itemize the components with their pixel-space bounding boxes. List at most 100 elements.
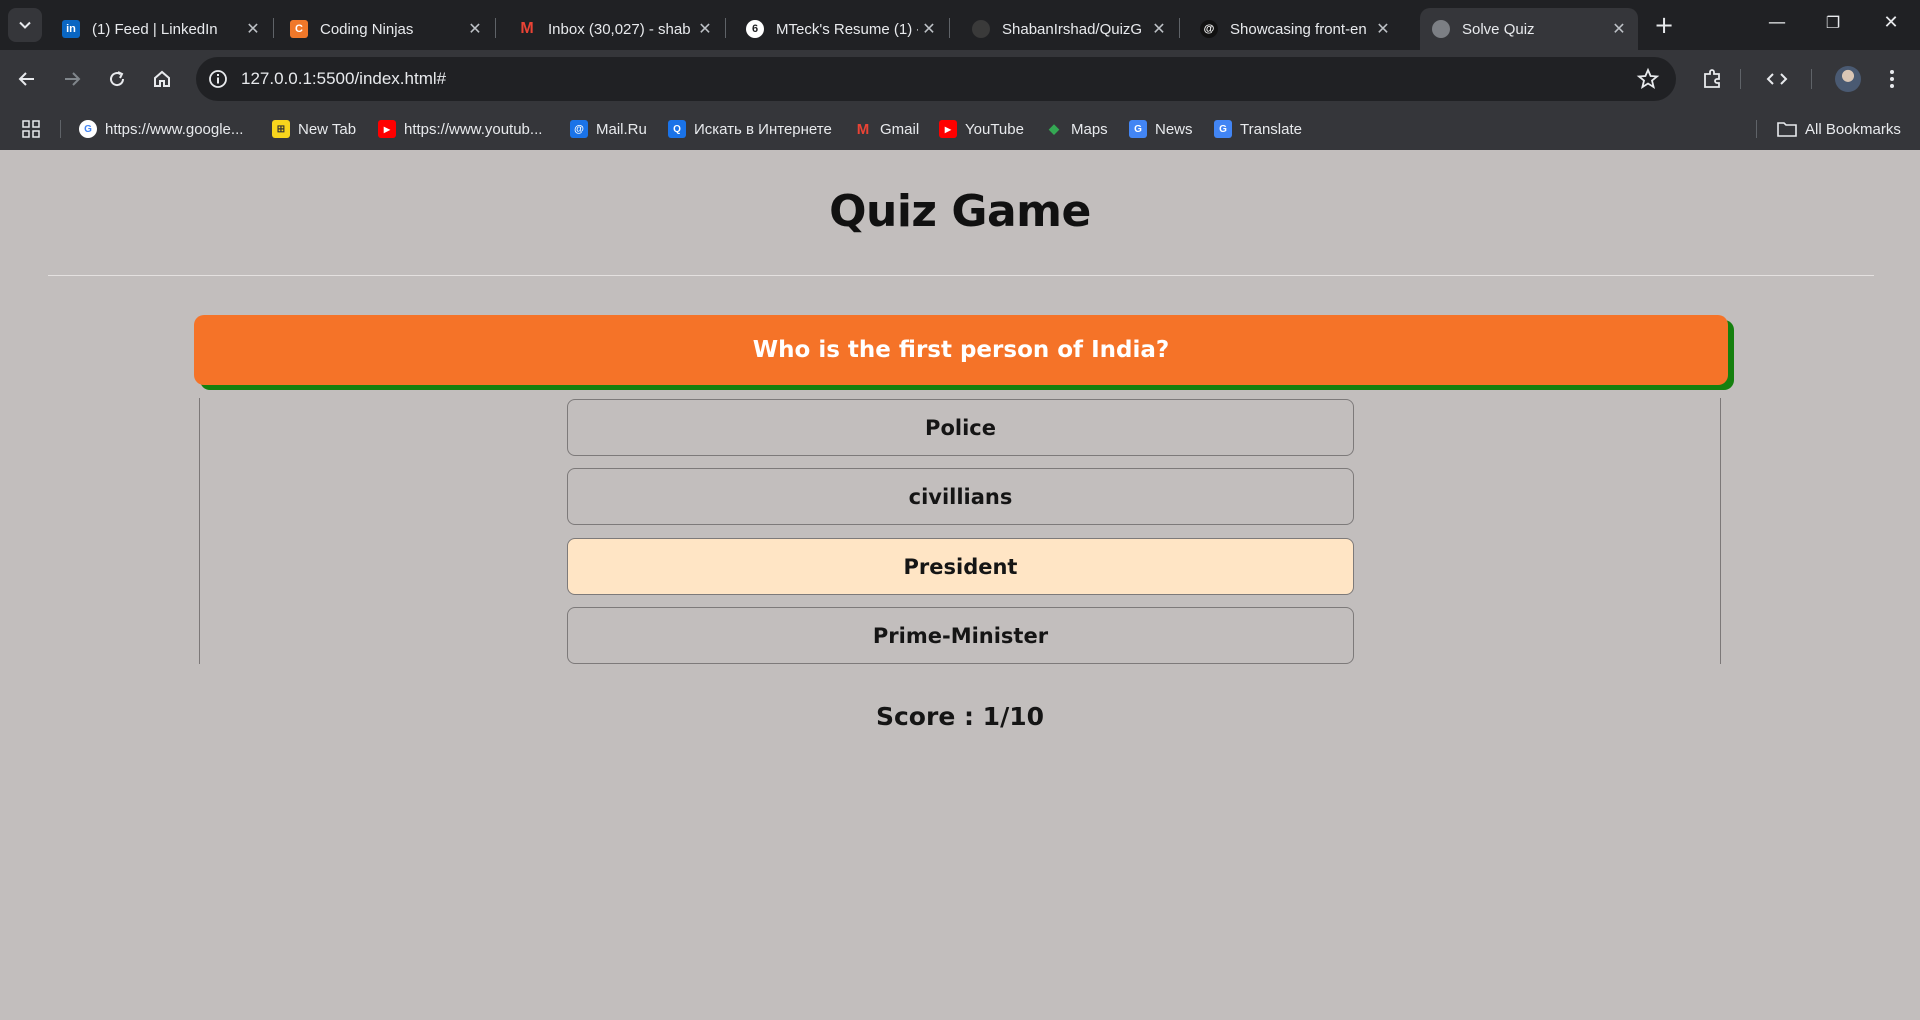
bookmark-mailru[interactable]: @ Mail.Ru	[570, 117, 647, 141]
devtools-button[interactable]	[1762, 64, 1792, 94]
close-tab-icon[interactable]: ✕	[694, 19, 716, 39]
minimize-button[interactable]: —	[1754, 8, 1800, 38]
profile-button[interactable]	[1833, 64, 1863, 94]
bookmark-separator	[60, 120, 61, 138]
tab-separator	[725, 18, 726, 38]
extensions-button[interactable]	[1697, 64, 1727, 94]
reload-icon	[110, 71, 125, 87]
tab-gmail-inbox[interactable]: M Inbox (30,027) - shab ✕	[506, 8, 726, 50]
tab-solve-quiz[interactable]: Solve Quiz ✕	[1420, 8, 1638, 50]
tab-title: ShabanIrshad/QuizG	[1002, 20, 1143, 38]
bookmark-new-tab[interactable]: ⊞ New Tab	[272, 117, 356, 141]
more-vertical-icon	[1890, 70, 1894, 88]
bookmark-separator	[1756, 120, 1757, 138]
bookmark-star-icon[interactable]	[1636, 67, 1660, 91]
address-bar[interactable]: 127.0.0.1:5500/index.html#	[196, 57, 1676, 101]
close-tab-icon[interactable]: ✕	[1372, 19, 1394, 39]
back-button[interactable]	[12, 64, 42, 94]
new-tab-button[interactable]: +	[1650, 12, 1678, 40]
close-tab-icon[interactable]: ✕	[1608, 19, 1630, 39]
bookmark-translate[interactable]: G Translate	[1214, 117, 1302, 141]
tab-coding-ninjas[interactable]: C Coding Ninjas ✕	[278, 8, 496, 50]
tab-separator	[495, 18, 496, 38]
bookmark-label: Translate	[1240, 120, 1302, 138]
tab-showcasing[interactable]: @ Showcasing front-en ✕	[1188, 8, 1402, 50]
forward-button[interactable]	[57, 64, 87, 94]
site-info-icon[interactable]	[206, 67, 230, 91]
tab-linkedin[interactable]: in (1) Feed | LinkedIn ✕	[50, 8, 274, 50]
apps-button[interactable]	[22, 117, 40, 141]
tab-separator	[1179, 18, 1180, 38]
folder-icon	[1777, 122, 1797, 137]
reload-button[interactable]	[102, 64, 132, 94]
maps-icon: ◆	[1049, 121, 1059, 136]
toolbar-separator	[1811, 69, 1812, 89]
youtube-icon: ▶	[378, 120, 396, 138]
tab-title: Coding Ninjas	[320, 20, 414, 38]
tab-search-button[interactable]	[8, 8, 42, 42]
close-tab-icon[interactable]: ✕	[1148, 19, 1170, 39]
bookmark-youtube[interactable]: ▶ YouTube	[939, 117, 1024, 141]
option-civillians[interactable]: civillians	[567, 468, 1354, 525]
restore-button[interactable]: ❐	[1810, 8, 1856, 38]
tab-title: MTeck's Resume (1) -	[776, 20, 918, 38]
translate-icon: G	[1214, 120, 1232, 138]
resume-icon: 6	[746, 20, 764, 38]
options-panel-right-border	[1720, 398, 1721, 664]
tab-strip: in (1) Feed | LinkedIn ✕ C Coding Ninjas…	[0, 0, 1920, 50]
bookmark-label: News	[1155, 120, 1193, 138]
bookmark-label: YouTube	[965, 120, 1024, 138]
bookmark-label: https://www.youtub...	[404, 120, 543, 138]
option-president[interactable]: President	[567, 538, 1354, 595]
coding-ninjas-icon: C	[290, 20, 308, 38]
globe-icon	[1432, 20, 1450, 38]
question-text: Who is the first person of India?	[752, 337, 1170, 363]
title-divider	[48, 275, 1874, 276]
page-title: Quiz Game	[829, 186, 1091, 237]
avatar	[1835, 66, 1861, 92]
bookmark-label: Mail.Ru	[596, 120, 647, 138]
option-police[interactable]: Police	[567, 399, 1354, 456]
bookmark-maps[interactable]: ◆ Maps	[1045, 117, 1108, 141]
bookmark-search-web[interactable]: Q Искать в Интернете	[668, 117, 832, 141]
code-icon	[1766, 73, 1788, 85]
all-bookmarks-button[interactable]: All Bookmarks	[1777, 117, 1901, 141]
bookmark-label: https://www.google...	[105, 120, 244, 138]
home-button[interactable]	[147, 64, 177, 94]
close-window-button[interactable]: ✕	[1868, 8, 1914, 38]
url-text[interactable]: 127.0.0.1:5500/index.html#	[241, 69, 446, 89]
bookmark-google[interactable]: G https://www.google...	[79, 117, 243, 141]
tab-title: Inbox (30,027) - shab	[548, 20, 691, 38]
question-banner: Who is the first person of India?	[194, 315, 1728, 385]
browser-toolbar: 127.0.0.1:5500/index.html#	[0, 50, 1920, 108]
bookmark-label: Gmail	[880, 120, 920, 138]
tab-separator	[949, 18, 950, 38]
close-tab-icon[interactable]: ✕	[464, 19, 486, 39]
chevron-down-icon	[19, 21, 31, 29]
google-icon: G	[79, 120, 97, 138]
bookmark-youtube-url[interactable]: ▶ https://www.youtub...	[378, 117, 542, 141]
score-text: Score : 1/10	[875, 702, 1044, 731]
search-web-icon: Q	[668, 120, 686, 138]
tab-github-quiz[interactable]: ShabanIrshad/QuizG ✕	[960, 8, 1180, 50]
close-tab-icon[interactable]: ✕	[242, 19, 264, 39]
tab-title: Showcasing front-en	[1230, 20, 1367, 38]
options-panel-left-border	[199, 398, 200, 664]
news-icon: G	[1129, 120, 1147, 138]
browser-menu-button[interactable]	[1877, 64, 1907, 94]
linkedin-icon: in	[62, 20, 80, 38]
bookmark-gmail[interactable]: M Gmail	[854, 117, 919, 141]
gmail-icon: M	[520, 20, 534, 37]
bookmark-label: New Tab	[298, 120, 357, 138]
youtube-icon: ▶	[939, 120, 957, 138]
home-icon	[154, 70, 170, 87]
tab-separator	[273, 18, 274, 38]
tab-resume[interactable]: 6 MTeck's Resume (1) - ✕	[734, 8, 950, 50]
puzzle-icon	[1704, 69, 1720, 88]
option-prime-minister[interactable]: Prime-Minister	[567, 607, 1354, 664]
bookmark-news[interactable]: G News	[1129, 117, 1193, 141]
close-tab-icon[interactable]: ✕	[918, 19, 940, 39]
bookmarks-bar: G https://www.google... ⊞ New Tab ▶ http…	[0, 108, 1920, 150]
apps-grid-icon	[22, 120, 40, 138]
tab-title: (1) Feed | LinkedIn	[92, 20, 218, 38]
